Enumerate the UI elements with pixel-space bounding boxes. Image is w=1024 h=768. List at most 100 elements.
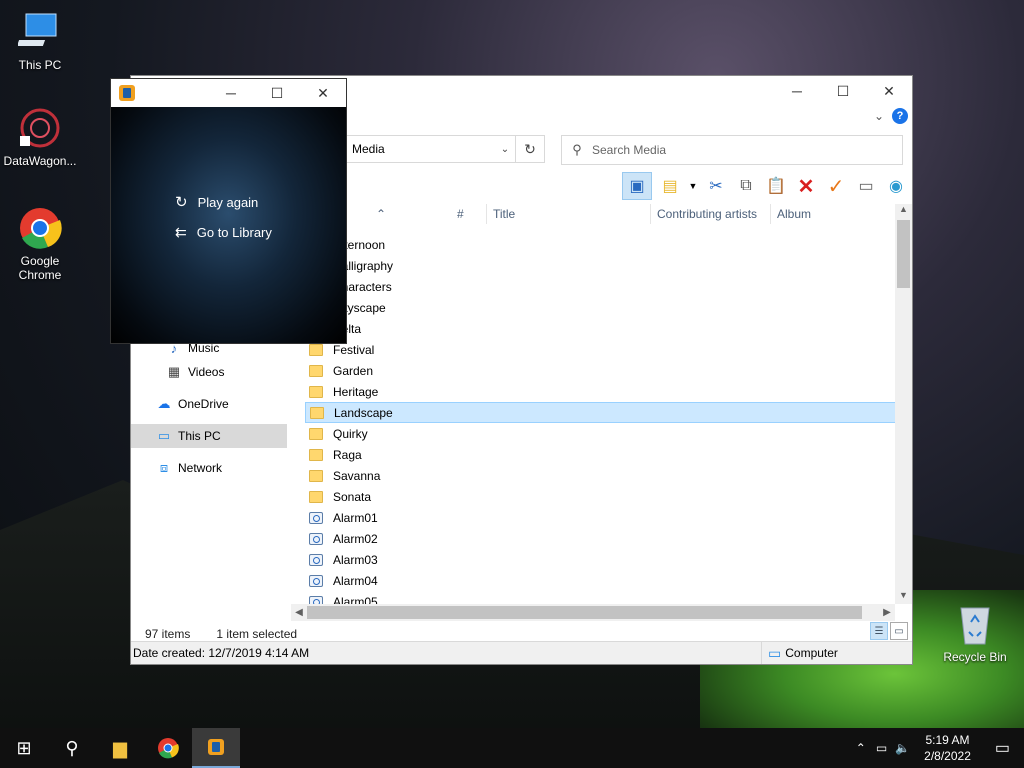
horizontal-scrollbar[interactable]: ◀ ▶	[291, 604, 895, 621]
start-button[interactable]: ⊞	[0, 728, 48, 768]
file-row[interactable]: Afternoon	[305, 234, 898, 255]
scissors-icon: ✂	[709, 178, 723, 195]
copy-icon: ⧉	[740, 177, 752, 194]
file-row[interactable]: Alarm02	[305, 528, 898, 549]
file-row[interactable]: Sonata	[305, 486, 898, 507]
file-row[interactable]: Landscape	[305, 402, 898, 423]
file-row[interactable]: Cityscape	[305, 297, 898, 318]
desktop-icon-chrome[interactable]: Google Chrome	[0, 206, 80, 282]
computer-icon	[16, 10, 62, 54]
large-icons-view-button[interactable]: ▭	[890, 622, 908, 640]
go-to-library-button[interactable]: ⇇ Go to Library	[175, 224, 272, 241]
desktop-icon-datawagon[interactable]: DataWagon...	[0, 106, 80, 168]
file-row[interactable]: Savanna	[305, 465, 898, 486]
file-row[interactable]: Alarm03	[305, 549, 898, 570]
clock-time: 5:19 AM	[925, 733, 970, 747]
desktop-icon-label: Recycle Bin	[943, 650, 1007, 664]
search-button[interactable]: ⚲	[48, 728, 96, 768]
search-input[interactable]: Search Media	[592, 143, 666, 157]
column-header-album[interactable]: Album	[771, 204, 891, 224]
scroll-thumb[interactable]	[897, 220, 910, 288]
close-button[interactable]: ✕	[300, 78, 346, 108]
column-header-number[interactable]: #	[451, 204, 487, 224]
properties-button[interactable]: ✓	[824, 174, 848, 198]
file-row[interactable]: Alarm04	[305, 570, 898, 591]
file-row[interactable]: Raga	[305, 444, 898, 465]
chevron-down-icon[interactable]: ⌄	[495, 144, 515, 155]
maximize-button[interactable]: ☐	[254, 78, 300, 108]
maximize-button[interactable]: ☐	[820, 76, 866, 106]
scroll-down-icon[interactable]: ▼	[895, 590, 912, 604]
details-view-button[interactable]: ☰	[870, 622, 888, 640]
media-player-app-icon	[119, 85, 135, 101]
scroll-left-icon[interactable]: ◀	[291, 604, 307, 621]
close-button[interactable]: ✕	[866, 76, 912, 106]
replay-icon: ↻	[175, 194, 188, 211]
share-button[interactable]: ◉	[884, 174, 908, 198]
file-row[interactable]: Garden	[305, 360, 898, 381]
column-header-artists[interactable]: Contributing artists	[651, 204, 771, 224]
address-bar[interactable]: Media ⌄ ↻	[345, 135, 545, 163]
vertical-scrollbar[interactable]: ▲ ▼	[895, 204, 912, 604]
nav-label: OneDrive	[178, 397, 229, 411]
dropdown-button[interactable]: ▼	[688, 174, 698, 198]
desktop-icon-recycle-bin[interactable]: Recycle Bin	[935, 602, 1015, 664]
file-name: Raga	[333, 447, 362, 462]
maximize-icon: ☐	[270, 84, 284, 101]
file-name: Alarm05	[333, 594, 378, 605]
close-icon: ✕	[317, 84, 329, 101]
desktop-icon-label: DataWagon...	[3, 154, 77, 168]
computer-icon: ▭	[157, 428, 171, 443]
taskbar-media-player[interactable]	[192, 728, 240, 768]
file-row[interactable]: Heritage	[305, 381, 898, 402]
notifications-icon[interactable]: ▭	[981, 738, 1024, 758]
rename-button[interactable]: ▭	[854, 174, 878, 198]
help-icon[interactable]: ?	[892, 108, 908, 124]
search-box[interactable]: ⚲ Search Media	[561, 135, 903, 165]
scroll-thumb[interactable]	[307, 606, 862, 619]
file-row[interactable]: Festival	[305, 339, 898, 360]
nav-item-onedrive[interactable]: ☁ OneDrive	[131, 392, 291, 416]
desktop-icon-this-pc[interactable]: This PC	[0, 10, 80, 72]
clock[interactable]: 5:19 AM 2/8/2022	[914, 732, 981, 764]
folder-icon	[309, 448, 323, 461]
file-row[interactable]: Alarm05	[305, 591, 898, 604]
play-again-button[interactable]: ↻ Play again	[175, 193, 258, 211]
folder-icon	[309, 469, 323, 482]
clipboard-icon: 📋	[766, 178, 786, 195]
delete-button[interactable]: ✕	[794, 174, 818, 198]
chevron-up-icon[interactable]: ⌃	[850, 741, 872, 755]
nav-label: Videos	[188, 365, 225, 379]
chrome-icon	[18, 206, 62, 250]
file-row[interactable]: Calligraphy	[305, 255, 898, 276]
checkmark-icon: ✓	[827, 175, 845, 198]
volume-muted-icon[interactable]: 🔈	[891, 741, 914, 755]
file-row[interactable]: Delta	[305, 318, 898, 339]
file-row[interactable]: Quirky	[305, 423, 898, 444]
scroll-up-icon[interactable]: ▲	[895, 204, 912, 218]
new-folder-button[interactable]: ▤	[658, 174, 682, 198]
network-status-icon[interactable]: ▭	[872, 741, 891, 755]
nav-item-this-pc[interactable]: ▭ This PC	[131, 424, 287, 448]
taskbar: ⊞ ⚲ ▆ ⌃ ▭ 🔈 5:19 AM 2/8/2022 ▭	[0, 728, 1024, 768]
preview-pane-button[interactable]: ▣	[622, 172, 652, 200]
paste-button[interactable]: 📋	[764, 174, 788, 198]
close-icon: ✕	[883, 82, 895, 99]
taskbar-chrome[interactable]	[144, 728, 192, 768]
minimize-button[interactable]: ─	[208, 78, 254, 108]
scroll-right-icon[interactable]: ▶	[879, 604, 895, 621]
copy-button[interactable]: ⧉	[734, 174, 758, 198]
details-view-icon: ☰	[874, 625, 884, 637]
nav-item-videos[interactable]: ▦ Videos	[131, 360, 291, 384]
chevron-down-icon[interactable]: ⌄	[874, 109, 884, 123]
refresh-icon[interactable]: ↻	[515, 136, 544, 162]
minimize-button[interactable]: ─	[774, 76, 820, 106]
file-name: Quirky	[333, 426, 368, 441]
file-row[interactable]: Alarm01	[305, 507, 898, 528]
nav-item-network[interactable]: ⧈ Network	[131, 456, 291, 480]
taskbar-file-explorer[interactable]: ▆	[96, 728, 144, 768]
cut-button[interactable]: ✂	[704, 174, 728, 198]
file-row[interactable]: Characters	[305, 276, 898, 297]
file-name: Alarm03	[333, 552, 378, 567]
column-header-title[interactable]: Title	[487, 204, 651, 224]
